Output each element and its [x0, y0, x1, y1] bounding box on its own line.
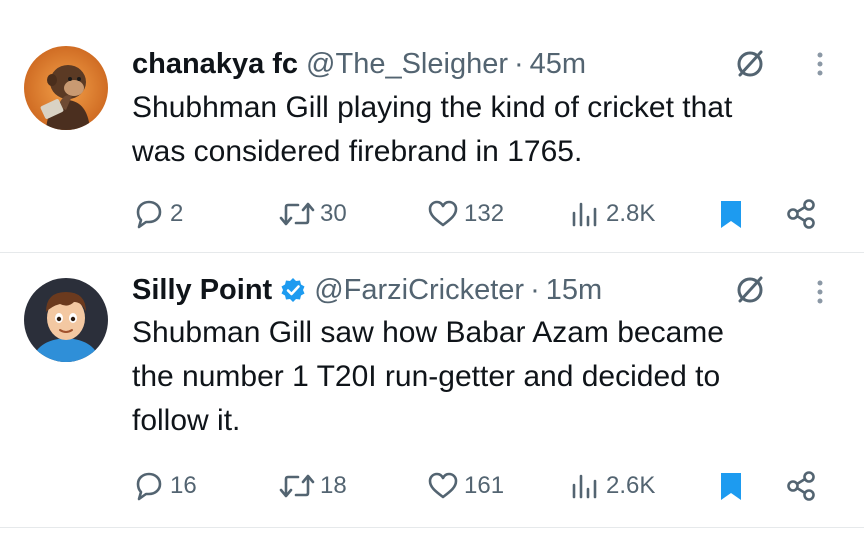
more-icon[interactable]: [808, 272, 832, 312]
reply-count: 16: [170, 472, 197, 499]
tweet-text: Shubhman Gill playing the kind of cricke…: [132, 86, 842, 174]
reply-icon: [136, 200, 162, 229]
share-button[interactable]: [784, 466, 818, 506]
tweet-text-line: the number 1 T20I run-getter and decided…: [132, 360, 721, 393]
like-count: 132: [464, 200, 505, 227]
views-count: 2.6K: [606, 472, 656, 499]
avatar[interactable]: [24, 278, 108, 362]
reply-button[interactable]: 2: [132, 194, 183, 234]
action-bar: 16 18 161 2.6K: [132, 466, 832, 506]
separator-dot: ·: [514, 47, 524, 80]
like-count: 161: [464, 472, 505, 499]
action-bar: 2 30 132 2.8K: [132, 194, 832, 234]
more-icon[interactable]: [808, 44, 832, 84]
bookmark-button[interactable]: [714, 194, 748, 234]
reply-button[interactable]: 16: [132, 466, 197, 506]
tweet-divider: [0, 527, 864, 528]
like-button[interactable]: 132: [426, 194, 504, 234]
bookmark-icon: [721, 201, 741, 228]
bookmark-icon: [721, 473, 741, 500]
tweet-text-line: follow it.: [132, 404, 241, 437]
tweet-header: Silly Point @FarziCricketer · 15m: [132, 270, 602, 310]
separator-dot: ·: [530, 273, 540, 306]
reply-icon: [136, 472, 162, 501]
tweet-header: chanakya fc @The_Sleigher · 45m: [132, 44, 586, 84]
like-icon: [428, 200, 458, 227]
verified-icon: [280, 277, 306, 303]
repost-button[interactable]: 18: [278, 466, 347, 506]
repost-icon: [279, 474, 315, 498]
reply-count: 2: [170, 200, 184, 227]
timestamp[interactable]: 15m: [546, 274, 602, 307]
share-button[interactable]: [784, 194, 818, 234]
share-icon: [787, 471, 815, 501]
like-button[interactable]: 161: [426, 466, 504, 506]
repost-count: 18: [320, 472, 347, 499]
views-count: 2.8K: [606, 200, 656, 227]
bookmark-button[interactable]: [714, 466, 748, 506]
repost-count: 30: [320, 200, 347, 227]
tweet-card[interactable]: Silly Point @FarziCricketer · 15m Shubma…: [0, 253, 864, 527]
avatar[interactable]: [24, 46, 108, 130]
timestamp[interactable]: 45m: [530, 48, 586, 81]
user-handle[interactable]: @FarziCricketer: [314, 274, 524, 307]
tweet-text-line: was considered firebrand in 1765.: [132, 135, 583, 168]
grok-icon[interactable]: [730, 270, 770, 310]
tweet-card[interactable]: chanakya fc @The_Sleigher · 45m Shubhman…: [0, 0, 864, 252]
tweet-text-line: Shubhman Gill playing the kind of cricke…: [132, 91, 733, 124]
display-name[interactable]: chanakya fc: [132, 48, 298, 81]
tweet-text-line: Shubman Gill saw how Babar Azam became: [132, 316, 724, 349]
tweet-text: Shubman Gill saw how Babar Azam became t…: [132, 311, 842, 443]
like-icon: [428, 472, 458, 499]
views-icon: [572, 202, 597, 227]
grok-icon[interactable]: [730, 44, 770, 84]
display-name[interactable]: Silly Point: [132, 274, 272, 307]
views-button[interactable]: 2.6K: [568, 466, 655, 506]
user-handle[interactable]: @The_Sleigher: [306, 48, 508, 81]
views-button[interactable]: 2.8K: [568, 194, 655, 234]
share-icon: [787, 199, 815, 229]
repost-icon: [279, 202, 315, 226]
views-icon: [572, 474, 597, 499]
repost-button[interactable]: 30: [278, 194, 347, 234]
